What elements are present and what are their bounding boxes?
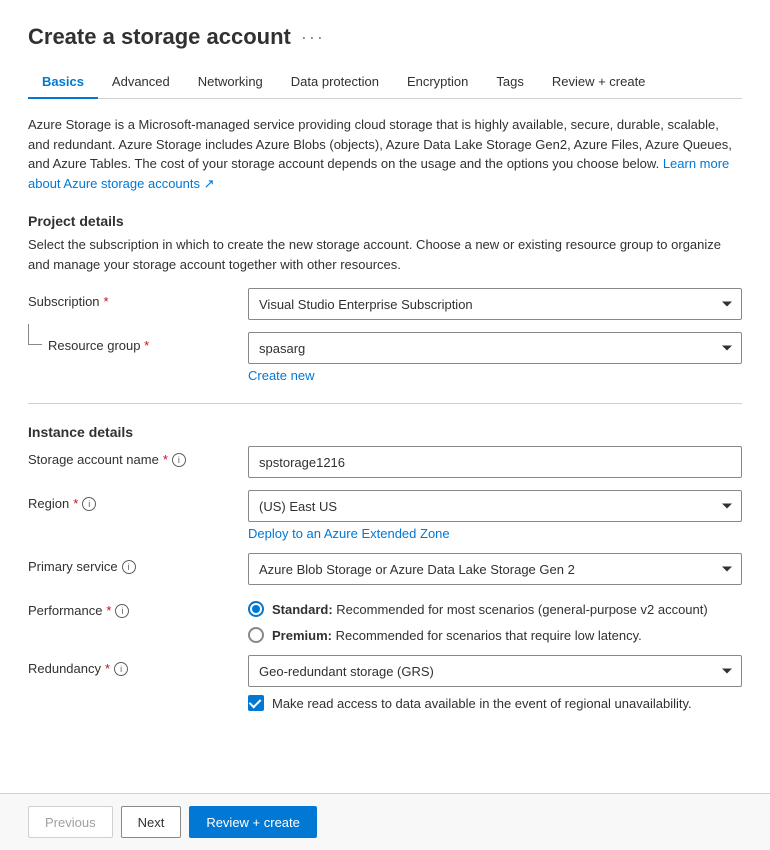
- region-info-icon[interactable]: i: [82, 497, 96, 511]
- region-row: Region * i (US) East US Deploy to an Azu…: [28, 490, 742, 541]
- storage-account-name-row: Storage account name * i: [28, 446, 742, 478]
- project-details-desc: Select the subscription in which to crea…: [28, 235, 742, 274]
- resource-group-control: spasarg Create new: [248, 332, 742, 383]
- subscription-select[interactable]: Visual Studio Enterprise Subscription: [248, 288, 742, 320]
- page-description: Azure Storage is a Microsoft-managed ser…: [28, 115, 742, 193]
- project-details-title: Project details: [28, 213, 742, 229]
- performance-label: Performance * i: [28, 597, 248, 618]
- tab-data-protection[interactable]: Data protection: [277, 66, 393, 99]
- region-control: (US) East US Deploy to an Azure Extended…: [248, 490, 742, 541]
- previous-button[interactable]: Previous: [28, 806, 113, 838]
- tab-nav: Basics Advanced Networking Data protecti…: [28, 66, 742, 99]
- performance-required: *: [106, 603, 111, 618]
- subscription-label: Subscription *: [28, 288, 248, 309]
- redundancy-checkbox-label: Make read access to data available in th…: [272, 696, 692, 711]
- performance-row: Performance * i Standard: Recommended fo…: [28, 597, 742, 643]
- performance-radio-group: Standard: Recommended for most scenarios…: [248, 597, 742, 643]
- redundancy-required: *: [105, 661, 110, 676]
- page-title: Create a storage account: [28, 24, 291, 50]
- region-label: Region * i: [28, 490, 248, 511]
- create-new-link[interactable]: Create new: [248, 368, 314, 383]
- performance-info-icon[interactable]: i: [115, 604, 129, 618]
- primary-service-select[interactable]: Azure Blob Storage or Azure Data Lake St…: [248, 553, 742, 585]
- tab-review-create[interactable]: Review + create: [538, 66, 660, 99]
- resource-group-select[interactable]: spasarg: [248, 332, 742, 364]
- project-details-section: Project details Select the subscription …: [28, 213, 742, 383]
- subscription-row: Subscription * Visual Studio Enterprise …: [28, 288, 742, 320]
- resource-group-required: *: [144, 338, 149, 353]
- storage-account-name-control: [248, 446, 742, 478]
- performance-standard-option[interactable]: Standard: Recommended for most scenarios…: [248, 601, 742, 617]
- region-select[interactable]: (US) East US: [248, 490, 742, 522]
- tab-advanced[interactable]: Advanced: [98, 66, 184, 99]
- redundancy-row: Redundancy * i Geo-redundant storage (GR…: [28, 655, 742, 711]
- resource-group-row: Resource group * spasarg Create new: [28, 332, 742, 383]
- next-button[interactable]: Next: [121, 806, 182, 838]
- redundancy-label: Redundancy * i: [28, 655, 248, 676]
- performance-premium-option[interactable]: Premium: Recommended for scenarios that …: [248, 627, 742, 643]
- primary-service-row: Primary service i Azure Blob Storage or …: [28, 553, 742, 585]
- performance-premium-radio[interactable]: [248, 627, 264, 643]
- performance-standard-radio[interactable]: [248, 601, 264, 617]
- subscription-control: Visual Studio Enterprise Subscription: [248, 288, 742, 320]
- tab-encryption[interactable]: Encryption: [393, 66, 482, 99]
- storage-account-name-label: Storage account name * i: [28, 446, 248, 467]
- instance-details-title: Instance details: [28, 424, 742, 440]
- redundancy-checkbox[interactable]: [248, 695, 264, 711]
- tab-networking[interactable]: Networking: [184, 66, 277, 99]
- performance-control: Standard: Recommended for most scenarios…: [248, 597, 742, 643]
- page-title-dots: ···: [301, 27, 325, 48]
- storage-name-info-icon[interactable]: i: [172, 453, 186, 467]
- primary-service-label: Primary service i: [28, 553, 248, 574]
- bottom-bar: Previous Next Review + create: [0, 793, 770, 850]
- tab-basics[interactable]: Basics: [28, 66, 98, 99]
- performance-premium-label: Premium: Recommended for scenarios that …: [272, 628, 642, 643]
- redundancy-select[interactable]: Geo-redundant storage (GRS): [248, 655, 742, 687]
- instance-details-section: Instance details Storage account name * …: [28, 424, 742, 711]
- primary-service-info-icon[interactable]: i: [122, 560, 136, 574]
- primary-service-control: Azure Blob Storage or Azure Data Lake St…: [248, 553, 742, 585]
- redundancy-checkbox-row: Make read access to data available in th…: [248, 695, 742, 711]
- subscription-required: *: [104, 294, 109, 309]
- resource-group-label-wrap: Resource group *: [28, 332, 248, 353]
- deploy-extended-zone-link[interactable]: Deploy to an Azure Extended Zone: [248, 526, 450, 541]
- redundancy-info-icon[interactable]: i: [114, 662, 128, 676]
- region-required: *: [73, 496, 78, 511]
- divider-1: [28, 403, 742, 404]
- performance-standard-label: Standard: Recommended for most scenarios…: [272, 602, 708, 617]
- storage-account-name-input[interactable]: [248, 446, 742, 478]
- tab-tags[interactable]: Tags: [482, 66, 537, 99]
- redundancy-control: Geo-redundant storage (GRS) Make read ac…: [248, 655, 742, 711]
- storage-name-required: *: [163, 452, 168, 467]
- review-create-button[interactable]: Review + create: [189, 806, 317, 838]
